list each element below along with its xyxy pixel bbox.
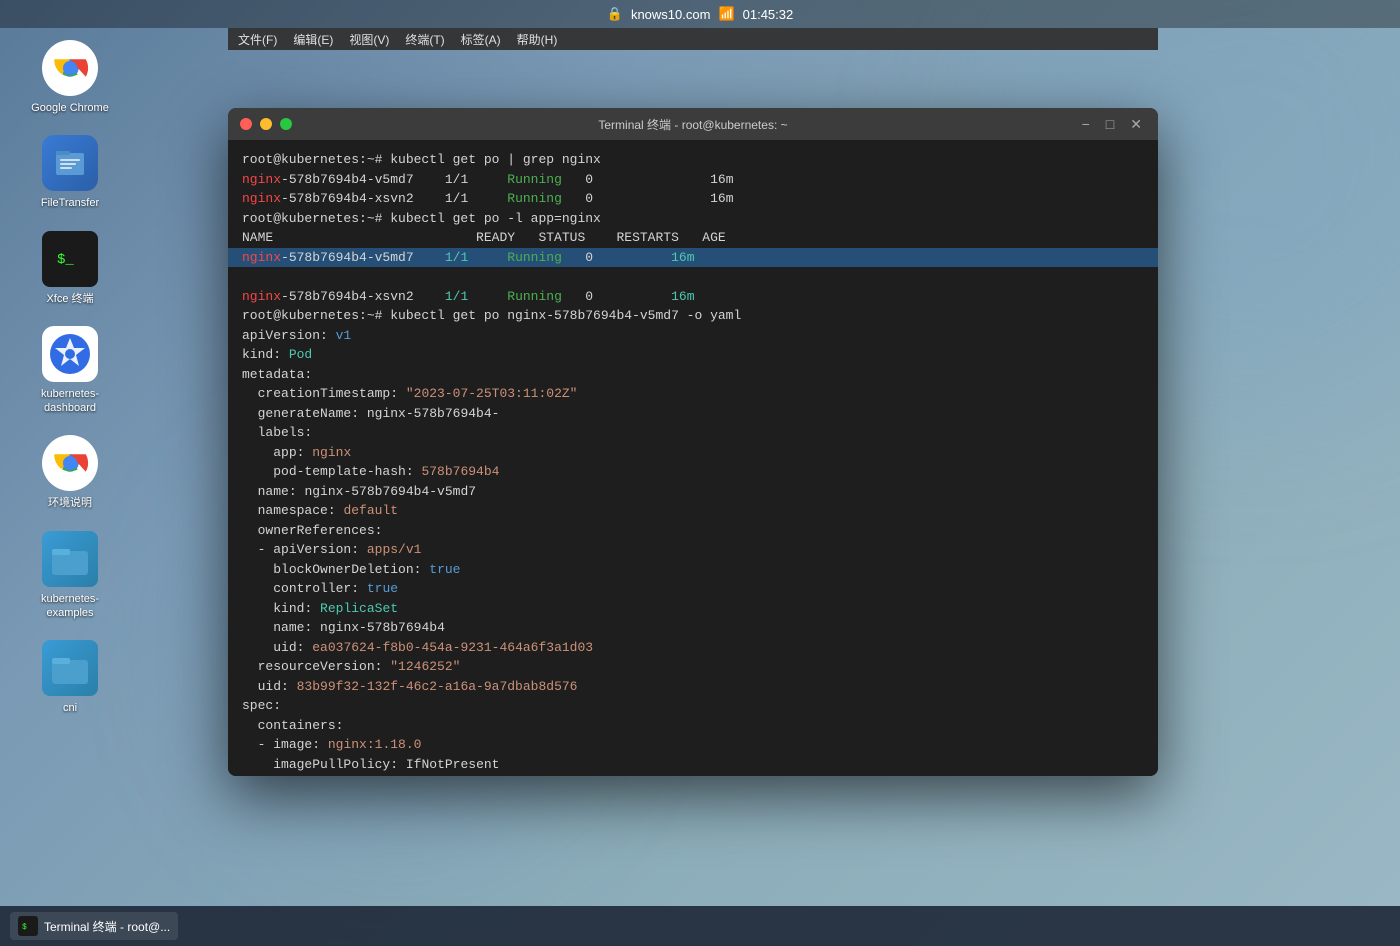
win-restore-btn[interactable]: □ bbox=[1102, 116, 1118, 133]
desktop-icon-env[interactable]: 环境说明 bbox=[30, 435, 110, 510]
svg-text:$: $ bbox=[22, 923, 27, 932]
menu-view[interactable]: 视图(V) bbox=[349, 31, 389, 48]
desktop-icon-k8s[interactable]: kubernetes-dashboard bbox=[30, 326, 110, 416]
desktop-icon-k8s-examples[interactable]: kubernetes-examples bbox=[30, 531, 110, 621]
signal-icon: 📶 bbox=[718, 6, 734, 22]
win-close-btn[interactable]: ✕ bbox=[1126, 116, 1146, 133]
k8s-dashboard-label: kubernetes-dashboard bbox=[30, 387, 110, 416]
taskbar-terminal[interactable]: $ Terminal 终端 - root@... bbox=[10, 912, 178, 940]
env-label: 环境说明 bbox=[48, 496, 92, 510]
taskbar-terminal-icon: $ bbox=[18, 916, 38, 936]
desktop-icon-chrome[interactable]: Google Chrome bbox=[30, 40, 110, 115]
menu-tab[interactable]: 标签(A) bbox=[461, 31, 501, 48]
desktop-icon-filetransfer[interactable]: FileTransfer bbox=[30, 135, 110, 210]
svg-text:$_: $_ bbox=[57, 252, 74, 268]
taskbar: $ Terminal 终端 - root@... bbox=[0, 906, 1400, 946]
terminal-label: Xfce 终端 bbox=[46, 292, 93, 306]
desktop-icons: Google Chrome FileTransfer $_ bbox=[30, 40, 110, 716]
terminal-window: Terminal 终端 - root@kubernetes: ~ − □ ✕ r… bbox=[228, 108, 1158, 776]
mac-topbar: 🔒 knows10.com 📶 01:45:32 bbox=[0, 0, 1400, 28]
terminal-titlebar: Terminal 终端 - root@kubernetes: ~ − □ ✕ bbox=[228, 108, 1158, 140]
close-button[interactable] bbox=[240, 118, 252, 130]
menu-edit[interactable]: 编辑(E) bbox=[293, 31, 333, 48]
minimize-button[interactable] bbox=[260, 118, 272, 130]
time-label: 01:45:32 bbox=[743, 7, 794, 22]
desktop: 🔒 knows10.com 📶 01:45:32 Google Chrome bbox=[0, 0, 1400, 946]
cni-label: cni bbox=[63, 701, 77, 715]
win-minimize-btn[interactable]: − bbox=[1078, 116, 1094, 133]
maximize-button[interactable] bbox=[280, 118, 292, 130]
window-controls bbox=[240, 118, 292, 130]
terminal-content[interactable]: root@kubernetes:~# kubectl get po | grep… bbox=[228, 140, 1158, 776]
taskbar-terminal-label: Terminal 终端 - root@... bbox=[44, 918, 170, 935]
menu-file[interactable]: 文件(F) bbox=[238, 31, 277, 48]
domain-label: knows10.com bbox=[631, 7, 710, 22]
menu-help[interactable]: 帮助(H) bbox=[517, 31, 558, 48]
filetransfer-label: FileTransfer bbox=[41, 196, 99, 210]
terminal-win-controls: − □ ✕ bbox=[1078, 116, 1146, 133]
desktop-icon-terminal[interactable]: $_ Xfce 终端 bbox=[30, 231, 110, 306]
domain-icon: 🔒 bbox=[607, 6, 623, 22]
menu-terminal[interactable]: 终端(T) bbox=[405, 31, 444, 48]
k8s-examples-label: kubernetes-examples bbox=[30, 592, 110, 621]
terminal-menu-bar: 文件(F) 编辑(E) 视图(V) 终端(T) 标签(A) 帮助(H) bbox=[228, 28, 1158, 50]
chrome-label: Google Chrome bbox=[31, 101, 109, 115]
terminal-title: Terminal 终端 - root@kubernetes: ~ bbox=[598, 116, 787, 133]
desktop-icon-cni[interactable]: cni bbox=[30, 640, 110, 715]
